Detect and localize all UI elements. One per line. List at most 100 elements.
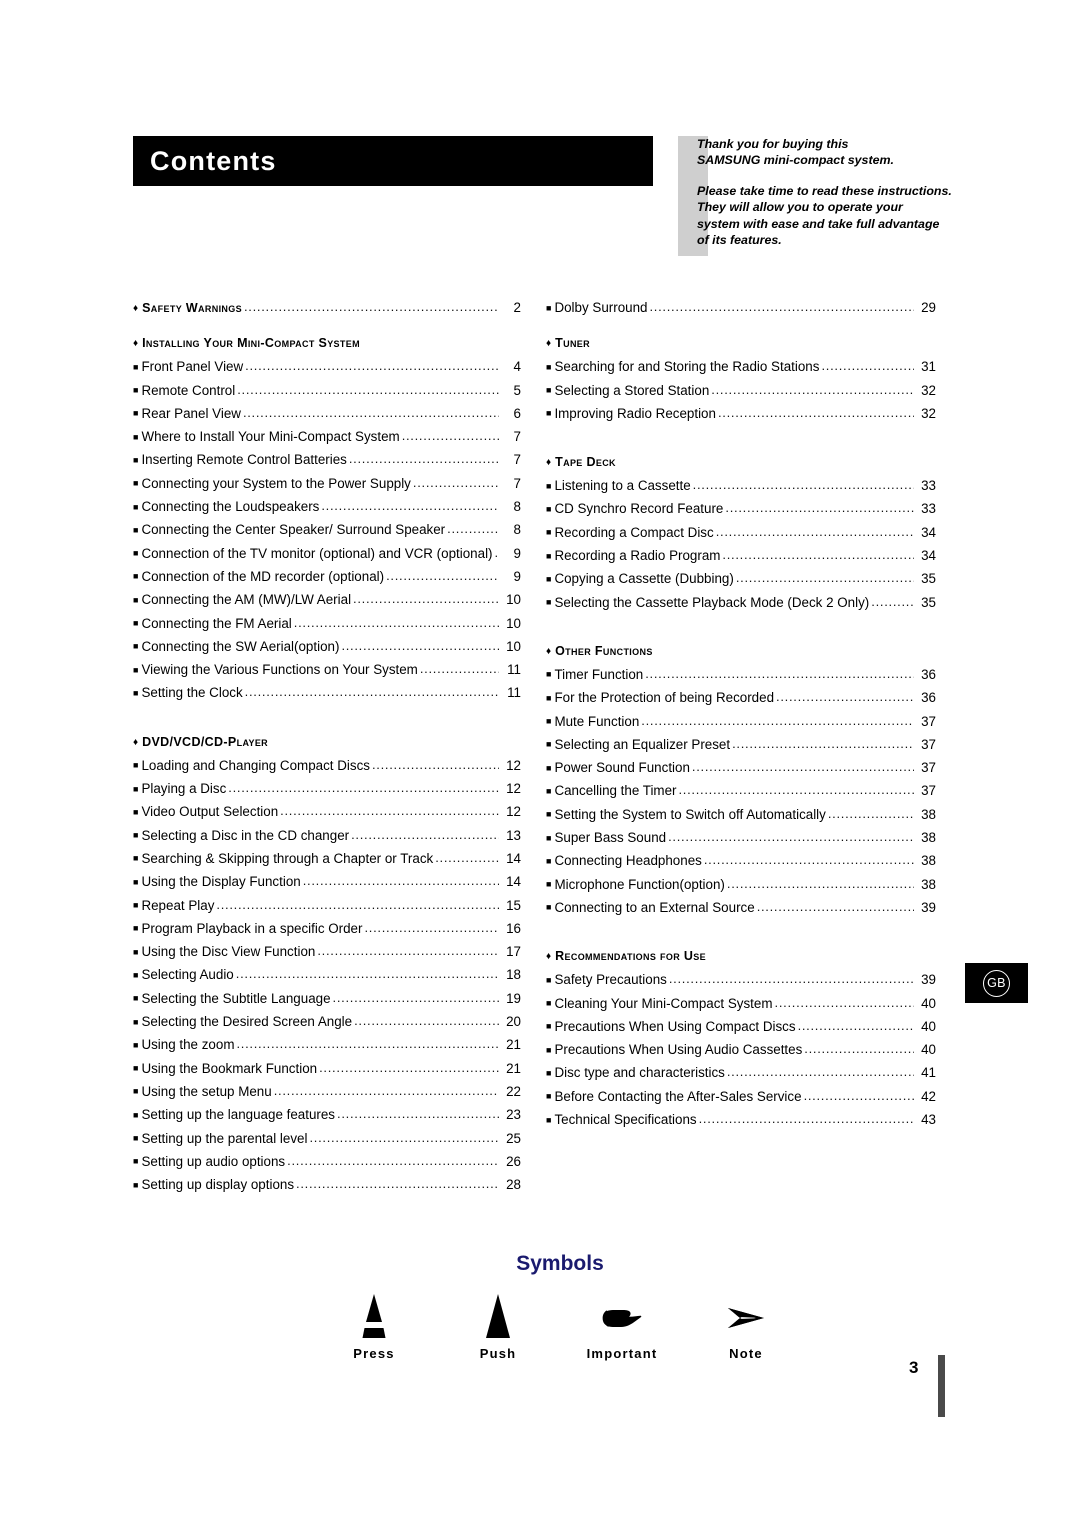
toc-entry[interactable]: ■ Setting up the language features.......…: [133, 1106, 521, 1123]
toc-entry[interactable]: ■ Connecting your System to the Power Sup…: [133, 475, 521, 492]
toc-entry[interactable]: ■ Cleaning Your Mini-Compact System......…: [546, 995, 936, 1012]
toc-leader-dots: ........................................…: [353, 591, 499, 607]
toc-entry-label: Where to Install Your Mini-Compact Syste…: [141, 429, 400, 445]
toc-entry-label: Super Bass Sound: [554, 830, 667, 846]
toc-entry[interactable]: ■ Selecting the Cassette Playback Mode (D…: [546, 594, 936, 611]
toc-leader-dots: ........................................…: [287, 1152, 499, 1168]
toc-entry[interactable]: ■ Using the Display Function.............…: [133, 873, 521, 890]
toc-entry[interactable]: ■ Setting up display options.............…: [133, 1176, 521, 1193]
toc-entry[interactable]: ■ Connecting the Center Speaker/ Surround…: [133, 521, 521, 538]
toc-entry-page: 23: [506, 1107, 521, 1123]
toc-entry[interactable]: ■ Listening to a Cassette................…: [546, 477, 936, 494]
toc-entry[interactable]: ■ Timer Function.........................…: [546, 666, 936, 683]
toc-entry[interactable]: ■ Inserting Remote Control Batteries.....…: [133, 451, 521, 468]
toc-entry[interactable]: ■ For the Protection of being Recorded...…: [546, 689, 936, 706]
toc-entry-page: 11: [507, 685, 521, 701]
toc-leader-dots: ........................................…: [821, 358, 914, 374]
toc-entry[interactable]: ■ Connecting to an External Source.......…: [546, 899, 936, 916]
toc-entry[interactable]: ■ Setting the System to Switch off Automa…: [546, 806, 936, 823]
diamond-bullet-icon: ♦: [133, 338, 139, 350]
toc-entry[interactable]: ■ Connecting Headphones..................…: [546, 852, 936, 869]
toc-entry[interactable]: ■ Connecting the AM (MW)/LW Aerial.......…: [133, 591, 521, 608]
toc-entry[interactable]: ■ Microphone Function(option)............…: [546, 876, 936, 893]
toc-entry-page: 38: [921, 853, 936, 869]
toc-entry[interactable]: ■ Selecting the Desired Screen Angle.....…: [133, 1013, 521, 1030]
toc-entry[interactable]: ■ Setting up audio options...............…: [133, 1152, 521, 1170]
toc-entry[interactable]: ♦ Safety Warnings........................…: [133, 299, 521, 316]
toc-entry[interactable]: ■ Precautions When Using Audio Cassettes.…: [546, 1041, 936, 1058]
toc-entry[interactable]: ■ Loading and Changing Compact Discs.....…: [133, 757, 521, 774]
toc-entry[interactable]: ■ Connection of the MD recorder (optional…: [133, 568, 521, 585]
toc-entry[interactable]: ■ Power Sound Function...................…: [546, 759, 936, 776]
toc-entry[interactable]: ■ Remote Control.........................…: [133, 382, 521, 399]
toc-leader-dots: ........................................…: [726, 1064, 914, 1080]
toc-entry[interactable]: ■ Connecting the Loudspeakers............…: [133, 498, 521, 515]
toc-entry[interactable]: ■ Before Contacting the After-Sales Servi…: [546, 1088, 936, 1105]
toc-entry-page: 36: [921, 690, 936, 706]
toc-entry[interactable]: ■ Selecting the Subtitle Language........…: [133, 990, 521, 1007]
toc-leader-dots: ........................................…: [273, 1082, 499, 1098]
toc-entry[interactable]: ■ Connection of the TV monitor (optional)…: [133, 545, 521, 562]
toc-entry[interactable]: ■ Using the Disc View Function...........…: [133, 943, 521, 960]
toc-leader-dots: ........................................…: [715, 523, 914, 539]
pointing-hand-icon: [572, 1288, 672, 1340]
square-bullet-icon: ■: [133, 408, 139, 419]
toc-entry[interactable]: ■ Mute Function..........................…: [546, 713, 936, 730]
toc-entry[interactable]: ■ Cancelling the Timer...................…: [546, 782, 936, 799]
toc-entry[interactable]: ■ Recording a Radio Program..............…: [546, 547, 936, 564]
toc-entry[interactable]: ■ Viewing the Various Functions on Your S…: [133, 661, 521, 678]
toc-entry[interactable]: ■ Connecting the FM Aerial...............…: [133, 615, 521, 632]
square-bullet-icon: ■: [546, 1044, 552, 1055]
diamond-bullet-icon: ♦: [546, 951, 552, 963]
toc-entry[interactable]: ■ Repeat Play............................…: [133, 897, 521, 914]
toc-entry[interactable]: ■ Dolby Surround.........................…: [546, 299, 936, 316]
toc-leader-dots: ........................................…: [317, 943, 499, 959]
toc-entry[interactable]: ■ Recording a Compact Disc...............…: [546, 523, 936, 541]
symbol-caption: Important: [586, 1346, 658, 1361]
toc-section-gap: [546, 429, 936, 455]
intro-line: system with ease and take full advantage: [697, 216, 940, 231]
toc-entry-label: Selecting the Subtitle Language: [141, 990, 331, 1006]
toc-section-gap: [546, 923, 936, 949]
square-bullet-icon: ■: [546, 302, 552, 313]
square-bullet-icon: ■: [133, 806, 139, 817]
toc-entry[interactable]: ■ Playing a Disc.........................…: [133, 780, 521, 797]
toc-leader-dots: ........................................…: [735, 570, 914, 586]
toc-entry[interactable]: ■ Using the zoom.........................…: [133, 1036, 521, 1053]
toc-entry-label: Using the Disc View Function: [141, 944, 316, 960]
toc-entry[interactable]: ■ Program Playback in a specific Order...…: [133, 920, 521, 937]
toc-entry[interactable]: ■ Selecting an Equalizer Preset..........…: [546, 736, 936, 753]
symbol-caption: Push: [479, 1346, 517, 1361]
toc-entry[interactable]: ■ Technical Specifications...............…: [546, 1111, 936, 1128]
toc-entry[interactable]: ■ Searching & Skipping through a Chapter …: [133, 850, 521, 867]
diamond-bullet-icon: ♦: [133, 736, 139, 748]
toc-entry[interactable]: ■ Improving Radio Reception..............…: [546, 405, 936, 422]
toc-entry-page: 39: [921, 899, 936, 915]
toc-entry-page: 9: [513, 545, 521, 561]
square-bullet-icon: ■: [546, 573, 552, 584]
toc-entry[interactable]: ■ Rear Panel View........................…: [133, 405, 521, 422]
toc-entry[interactable]: ■ Front Panel View.......................…: [133, 358, 521, 375]
toc-entry[interactable]: ■ Where to Install Your Mini-Compact Syst…: [133, 428, 521, 445]
toc-entry-label: Connecting to an External Source: [554, 899, 755, 915]
toc-entry[interactable]: ■ Connecting the SW Aerial(option).......…: [133, 638, 521, 655]
toc-entry[interactable]: ■ Disc type and characteristics..........…: [546, 1064, 936, 1081]
toc-entry[interactable]: ■ Using the Bookmark Function............…: [133, 1060, 521, 1077]
toc-section-gap: [133, 323, 521, 336]
toc-entry[interactable]: ■ Selecting Audio........................…: [133, 966, 521, 983]
toc-entry[interactable]: ■ Setting the Clock......................…: [133, 684, 521, 701]
toc-entry[interactable]: ■ Setting up the parental level..........…: [133, 1130, 521, 1147]
toc-entry[interactable]: ■ Super Bass Sound.......................…: [546, 829, 936, 846]
toc-entry[interactable]: ■ Selecting a Stored Station.............…: [546, 382, 936, 399]
toc-entry[interactable]: ■ Precautions When Using Compact Discs...…: [546, 1018, 936, 1035]
symbol-note: Note: [696, 1288, 796, 1361]
toc-entry[interactable]: ■ Safety Precautions.....................…: [546, 971, 936, 988]
square-bullet-icon: ■: [546, 879, 552, 890]
toc-entry[interactable]: ■ Copying a Cassette (Dubbing)...........…: [546, 570, 936, 587]
toc-entry-page: 9: [513, 568, 521, 584]
toc-entry[interactable]: ■ CD Synchro Record Feature..............…: [546, 500, 936, 517]
toc-entry[interactable]: ■ Searching for and Storing the Radio Sta…: [546, 358, 936, 375]
toc-entry[interactable]: ■ Video Output Selection.................…: [133, 803, 521, 820]
toc-entry[interactable]: ■ Using the setup Menu...................…: [133, 1082, 521, 1100]
toc-entry[interactable]: ■ Selecting a Disc in the CD changer.....…: [133, 827, 521, 844]
